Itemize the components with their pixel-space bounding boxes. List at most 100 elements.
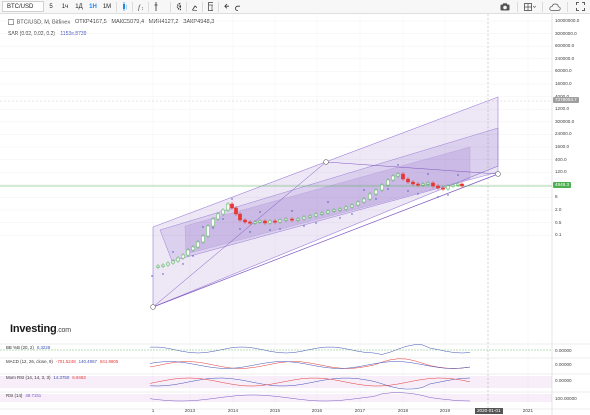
interval-5[interactable]: 5: [44, 1, 58, 13]
candle-body: [326, 210, 330, 214]
indicator-name: MACD (12, 26, close, 9): [6, 359, 53, 364]
sar-dot: [427, 173, 429, 175]
layout-icon[interactable]: [520, 2, 540, 12]
candle-body: [460, 183, 464, 187]
interval-1d[interactable]: 1Д: [72, 1, 86, 13]
interval-label: 1Н: [89, 3, 97, 10]
interval-1h[interactable]: 1ч: [58, 1, 72, 13]
compare-icon[interactable]: [151, 2, 162, 12]
candle-body: [338, 208, 342, 211]
main-chart[interactable]: [0, 14, 590, 415]
svg-text:x: x: [142, 6, 143, 11]
sar-dot: [417, 193, 419, 195]
indicator-legend-3[interactable]: Mom RSI (14, 14, 3, 3) 14.3750 6.9463: [6, 375, 86, 381]
toolbar-divider: [148, 1, 149, 12]
candle-body: [401, 173, 405, 180]
anchor-point: [150, 304, 156, 310]
sar-dot: [192, 255, 194, 257]
candle-body: [421, 183, 425, 186]
interval-label: 1M: [102, 3, 112, 10]
chart-type-icon[interactable]: [189, 2, 200, 12]
toolbar-divider: [567, 1, 568, 12]
settings-icon[interactable]: [173, 2, 184, 12]
cursor-price-tag: 7378004.7: [553, 97, 579, 103]
indicator-scale-label: 100.00000: [555, 396, 577, 401]
sar-dot: [172, 251, 174, 253]
sar-dot: [269, 229, 271, 231]
price-tick-label: 240000.0: [555, 55, 575, 61]
indicator-value: 14.3750: [53, 375, 70, 380]
candle-body: [386, 179, 390, 186]
price-tick-label: 3000000.0: [555, 30, 577, 36]
interval-label: 5: [49, 3, 53, 10]
logo-brand: Investing: [10, 323, 57, 335]
redo-icon[interactable]: [232, 2, 243, 12]
indicator-legend-2[interactable]: MACD (12, 26, close, 9) -701.5248 140.4957…: [6, 359, 118, 365]
candles-icon[interactable]: [119, 2, 130, 12]
time-tick-label: 2017: [354, 408, 366, 413]
candle-body: [273, 220, 277, 223]
sar-dot: [249, 231, 251, 233]
undo-icon[interactable]: [221, 2, 232, 12]
candle-body: [201, 235, 205, 243]
interval-1m[interactable]: 1M: [100, 1, 114, 13]
candle-body: [196, 241, 200, 248]
indicator-value: 49.7151: [25, 393, 42, 398]
templates-icon[interactable]: [205, 2, 216, 12]
indicator-value: -701.5248: [55, 359, 76, 364]
chevron-down-icon[interactable]: [162, 2, 168, 12]
sar-dot: [202, 226, 204, 228]
chart-toolbar: BTC/USD 5 1ч 1Д 1Н 1M fx: [0, 0, 590, 14]
candle-body: [362, 198, 366, 203]
candle-body: [216, 213, 220, 220]
price-tick-label: 10000000.0: [555, 18, 580, 23]
sar-dot: [212, 227, 214, 229]
indicator-panes: [0, 343, 590, 410]
toolbar-divider: [170, 1, 171, 12]
fullscreen-icon[interactable]: [570, 2, 590, 12]
price-tick-label: 60000.0: [555, 68, 572, 74]
indicator-scale-label: 0.00000: [555, 362, 572, 367]
indicator-legend-1[interactable]: BB %B (20, 2) 0.3228: [6, 345, 50, 351]
logo-suffix: .com: [56, 327, 72, 334]
time-tick-label: 2015: [269, 408, 281, 413]
indicator-value: 841.9805: [99, 359, 119, 364]
time-tick-label: 2014: [227, 408, 239, 413]
sar-dot: [259, 211, 261, 213]
candle-body: [308, 215, 312, 218]
candle-body: [451, 184, 455, 187]
candle-body: [186, 249, 190, 256]
price-tick-label: 8: [555, 194, 558, 200]
camera-icon[interactable]: [495, 2, 515, 12]
candle-body: [263, 220, 267, 224]
candle-body: [156, 265, 160, 268]
indicator-name: Mom RSI (14, 14, 3, 3): [6, 375, 51, 380]
cloud-icon[interactable]: [545, 2, 565, 12]
indicators-icon[interactable]: fx: [135, 2, 146, 12]
toolbar-divider: [116, 1, 117, 12]
candle-body: [248, 221, 252, 224]
toolbar-divider: [542, 1, 543, 12]
symbol-search[interactable]: BTC/USD: [2, 1, 44, 12]
price-tick-label: 24000.0: [555, 131, 572, 137]
price-tick-label: 120.0: [555, 169, 567, 175]
candle-body: [191, 246, 195, 251]
time-tick-label: 2021: [522, 408, 534, 413]
candle-body: [176, 257, 180, 262]
candle-body: [258, 220, 262, 223]
toolbar-divider: [186, 1, 187, 12]
sar-dot: [303, 225, 305, 227]
price-tick-label: 16000.0: [555, 81, 572, 86]
candle-body: [431, 182, 435, 187]
price-tick-label: 300000.0: [555, 118, 575, 124]
candle-body: [441, 187, 445, 190]
candle-body: [221, 209, 225, 215]
indicator-legend-4[interactable]: RSI (14) 49.7151: [6, 393, 41, 399]
price-tick-label: 2.0: [555, 207, 562, 212]
time-tick-label: 2018: [397, 408, 409, 413]
candle-body: [253, 221, 257, 224]
investing-logo: Investing.com: [10, 323, 71, 335]
interval-1w[interactable]: 1Н: [86, 1, 100, 13]
sar-dot: [222, 218, 224, 220]
toolbar-divider: [132, 1, 133, 12]
